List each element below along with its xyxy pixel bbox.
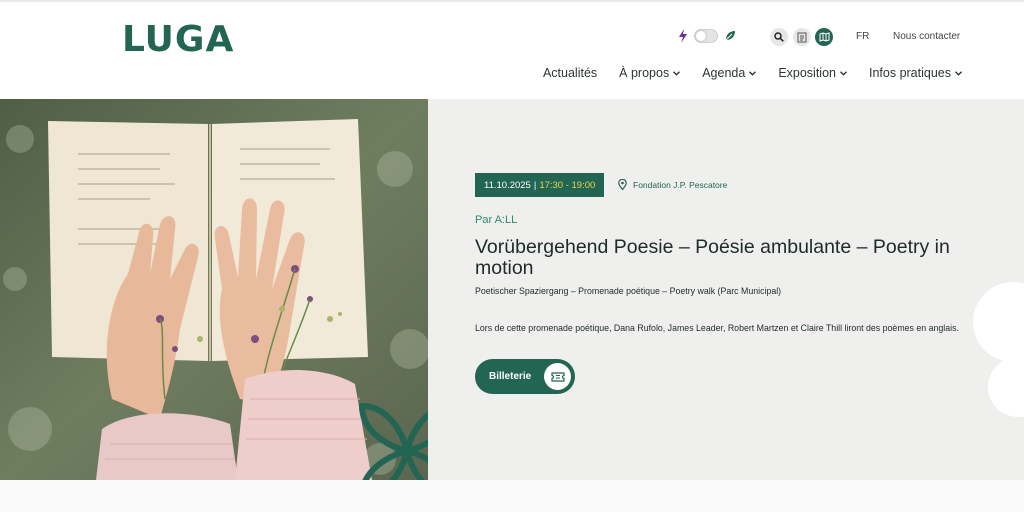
bolt-icon [679,29,687,43]
date-separator: | [533,179,537,191]
nav-label: Exposition [778,66,836,80]
document-button[interactable] [793,28,811,46]
main-nav: Actualités À propos Agenda Exposition In… [543,66,962,80]
search-button[interactable] [770,28,788,46]
nav-item-a-propos[interactable]: À propos [619,66,681,80]
ticket-button[interactable]: Billeterie [475,359,575,394]
decorative-shape [988,357,1024,417]
ticket-icon [550,371,565,382]
chevron-down-icon [955,70,962,76]
chevron-down-icon [749,70,757,76]
nav-item-agenda[interactable]: Agenda [702,66,757,80]
site-logo[interactable]: LUGA [122,21,234,59]
chevron-down-icon [673,70,681,76]
contact-link[interactable]: Nous contacter [893,31,960,42]
nav-label: À propos [619,66,670,80]
map-icon [819,32,829,42]
ticket-button-label: Billeterie [489,371,532,382]
nav-label: Actualités [542,66,598,80]
site-header: LUGA FR Nous contacter Actualités À prop… [0,2,1024,98]
event-date-badge: 11.10.2025 | 17:30 - 19:00 [475,173,605,197]
nav-label: Infos pratiques [869,66,951,80]
toggle-switch[interactable] [694,29,718,43]
document-icon [797,32,807,42]
event-title: Vorübergehend Poesie – Poésie ambulante … [475,236,950,279]
event-details: 11.10.2025 | 17:30 - 19:00 Fondation J.P… [428,99,1024,480]
location-label: Fondation J.P. Pescatore [633,179,728,190]
language-switch[interactable]: FR [856,31,869,42]
chevron-down-icon [840,70,847,76]
map-button[interactable] [815,28,833,46]
location-pin-icon [618,179,627,190]
leaf-icon [725,31,735,41]
event-subtitle: Poetischer Spaziergang – Promenade poéti… [475,286,782,296]
nav-label: Agenda [702,66,746,80]
event-date: 11.10.2025 [484,179,531,191]
event-time: 17:30 - 19:00 [539,179,596,191]
eco-mode-toggle[interactable] [678,29,736,43]
page-bottom [0,480,1024,512]
nav-item-actualites[interactable]: Actualités [543,66,597,80]
event-description: Lors de cette promenade poétique, Dana R… [475,323,959,333]
event-organizer: Par A:LL [475,214,518,226]
event-location[interactable]: Fondation J.P. Pescatore [618,179,727,190]
decorative-shape [973,282,1024,362]
ticket-icon-wrap [544,363,571,390]
nav-item-exposition[interactable]: Exposition [778,66,847,80]
search-icon [774,32,784,42]
nav-item-infos-pratiques[interactable]: Infos pratiques [869,66,962,80]
